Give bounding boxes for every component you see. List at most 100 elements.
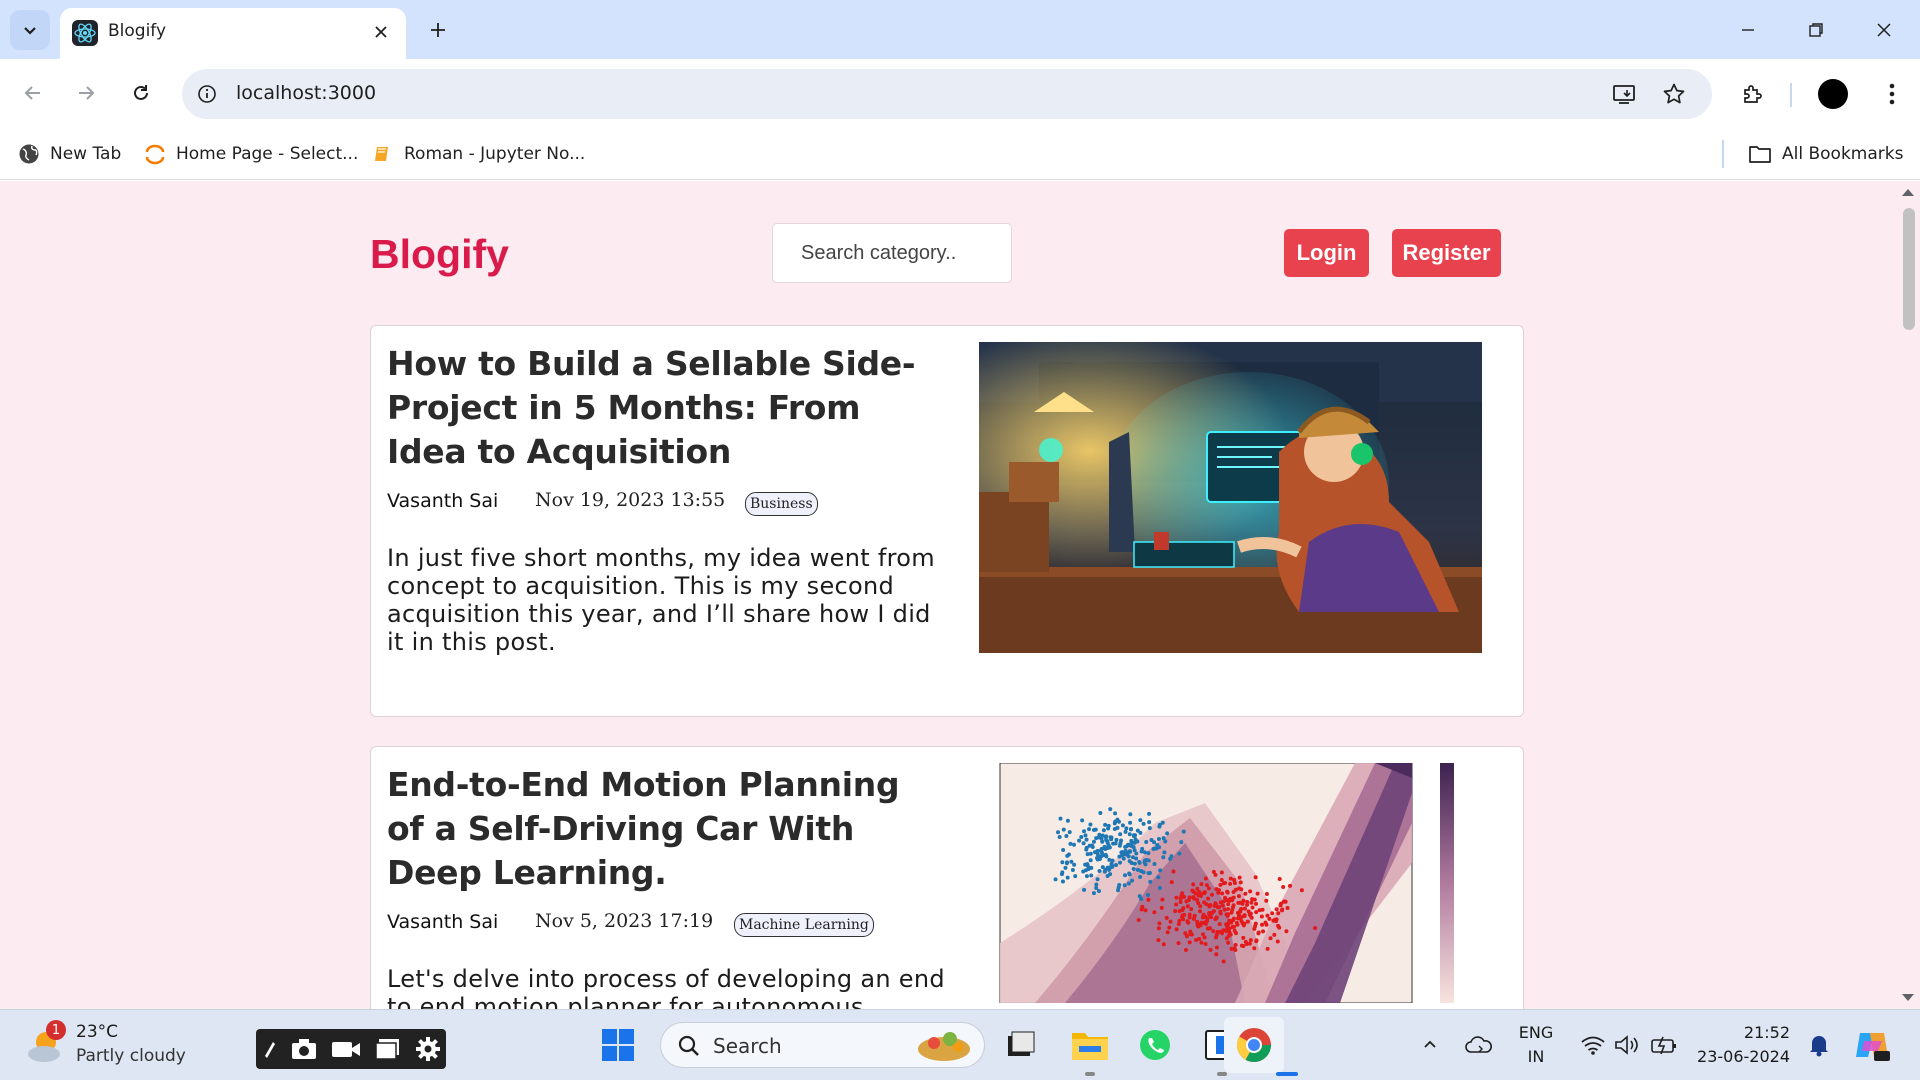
install-app-button[interactable] bbox=[1606, 76, 1642, 112]
pen-icon[interactable] bbox=[261, 1038, 277, 1060]
scroll-down-arrow-icon[interactable] bbox=[1902, 994, 1914, 1001]
copilot-button[interactable] bbox=[1852, 1025, 1892, 1065]
search-category-input[interactable] bbox=[772, 223, 1012, 283]
page-scrollbar[interactable] bbox=[1897, 181, 1920, 1009]
weather-temperature: 23°C bbox=[76, 1022, 119, 1042]
avatar bbox=[1818, 79, 1848, 109]
arrow-right-icon bbox=[79, 86, 95, 100]
windows-start-button[interactable] bbox=[598, 1025, 638, 1065]
language-indicator-bottom[interactable]: IN bbox=[1518, 1047, 1554, 1066]
close-window-button[interactable] bbox=[1864, 10, 1904, 50]
bookmark-star-button[interactable] bbox=[1656, 76, 1692, 112]
weather-description: Partly cloudy bbox=[76, 1046, 186, 1066]
forward-button[interactable] bbox=[66, 73, 106, 113]
bookmarks-divider bbox=[1722, 140, 1724, 168]
profile-button[interactable] bbox=[1813, 74, 1853, 114]
bookmark-label: New Tab bbox=[50, 144, 122, 164]
new-tab-button[interactable] bbox=[420, 12, 456, 48]
explorer-running-indicator bbox=[1085, 1072, 1095, 1076]
bookmark-new-tab[interactable]: New Tab bbox=[18, 138, 121, 170]
scrollbar-thumb[interactable] bbox=[1903, 208, 1915, 330]
close-icon bbox=[1877, 23, 1891, 37]
file-explorer-button[interactable] bbox=[1068, 1023, 1112, 1067]
whatsapp-button[interactable] bbox=[1134, 1024, 1176, 1066]
reload-button[interactable] bbox=[121, 73, 161, 113]
all-bookmarks-label: All Bookmarks bbox=[1782, 144, 1904, 164]
bookmarks-bar: New Tab Home Page - Select... Roman - Ju… bbox=[0, 130, 1920, 180]
back-button[interactable] bbox=[13, 73, 53, 113]
bookmark-label: Home Page - Select... bbox=[176, 144, 359, 164]
battery-button[interactable] bbox=[1648, 1030, 1680, 1060]
post-thumbnail-image[interactable] bbox=[979, 342, 1482, 653]
all-bookmarks-button[interactable]: All Bookmarks bbox=[1748, 138, 1903, 170]
post-excerpt: In just five short months, my idea went … bbox=[387, 544, 935, 656]
scroll-up-arrow-icon[interactable] bbox=[1902, 189, 1914, 196]
task-view-icon bbox=[1008, 1031, 1035, 1056]
post-title[interactable]: End-to-End Motion Planning of a Self-Dri… bbox=[387, 763, 927, 895]
post-author: Vasanth Sai bbox=[387, 490, 499, 512]
post-excerpt: Let's delve into process of developing a… bbox=[387, 965, 945, 1009]
chevron-down-icon bbox=[24, 27, 36, 35]
screen-capture-icon[interactable] bbox=[375, 1038, 401, 1060]
react-favicon-icon bbox=[72, 20, 98, 46]
globe-icon bbox=[19, 144, 39, 164]
post-title[interactable]: How to Build a Sellable Side-Project in … bbox=[387, 342, 927, 474]
chrome-taskbar-button[interactable] bbox=[1224, 1017, 1284, 1073]
notebook-icon bbox=[375, 147, 388, 161]
settings-gear-icon[interactable] bbox=[415, 1036, 441, 1062]
show-hidden-icons-button[interactable] bbox=[1418, 1032, 1442, 1056]
category-badge[interactable]: Business bbox=[745, 492, 818, 516]
url-text: localhost:3000 bbox=[236, 82, 377, 104]
restore-icon bbox=[1809, 23, 1823, 37]
clock-date[interactable]: 23-06-2024 bbox=[1690, 1047, 1790, 1066]
bell-icon bbox=[1810, 1036, 1828, 1057]
browser-menu-button[interactable] bbox=[1872, 74, 1912, 114]
video-camera-icon[interactable] bbox=[331, 1038, 361, 1060]
restore-button[interactable] bbox=[1796, 10, 1836, 50]
register-button[interactable]: Register bbox=[1392, 229, 1501, 277]
minimize-button[interactable] bbox=[1728, 10, 1768, 50]
onedrive-button[interactable] bbox=[1464, 1030, 1494, 1060]
task-view-button[interactable] bbox=[1000, 1025, 1040, 1065]
orange-arc-icon bbox=[145, 144, 165, 165]
bookmark-home-page[interactable]: Home Page - Select... bbox=[144, 138, 358, 170]
toolbar-divider bbox=[1790, 83, 1792, 107]
chevron-up-icon bbox=[1424, 1040, 1436, 1048]
windows-taskbar: 1 23°C Partly cloudy Search ENG IN 21:52… bbox=[0, 1009, 1920, 1080]
site-info-icon[interactable] bbox=[194, 81, 220, 107]
whatsapp-icon bbox=[1140, 1030, 1170, 1060]
reload-icon bbox=[134, 85, 148, 100]
post-card[interactable]: How to Build a Sellable Side-Project in … bbox=[370, 325, 1524, 717]
volume-button[interactable] bbox=[1612, 1030, 1642, 1060]
login-button[interactable]: Login bbox=[1284, 229, 1369, 277]
browser-toolbar: localhost:3000 bbox=[0, 59, 1920, 130]
camera-icon[interactable] bbox=[291, 1038, 317, 1060]
capture-toolbar bbox=[256, 1029, 446, 1069]
bookmark-jupyter[interactable]: Roman - Jupyter No... bbox=[372, 138, 585, 170]
plus-icon bbox=[431, 23, 445, 37]
clock-time[interactable]: 21:52 bbox=[1690, 1023, 1790, 1042]
post-thumbnail-image[interactable] bbox=[975, 763, 1495, 1003]
wifi-icon bbox=[1581, 1036, 1605, 1055]
bookmark-label: Roman - Jupyter No... bbox=[404, 144, 586, 164]
weather-notification-badge: 1 bbox=[46, 1020, 66, 1040]
star-icon bbox=[1663, 83, 1685, 104]
address-bar[interactable]: localhost:3000 bbox=[182, 69, 1712, 119]
taskbar-search-box[interactable]: Search bbox=[660, 1022, 985, 1068]
tab-close-icon[interactable] bbox=[366, 17, 396, 47]
post-author: Vasanth Sai bbox=[387, 911, 499, 933]
language-indicator-top[interactable]: ENG bbox=[1518, 1023, 1554, 1042]
category-badge[interactable]: Machine Learning bbox=[734, 913, 874, 937]
notifications-button[interactable] bbox=[1806, 1032, 1832, 1058]
wifi-button[interactable] bbox=[1578, 1030, 1608, 1060]
post-date: Nov 5, 2023 17:19 bbox=[535, 910, 714, 932]
folder-icon bbox=[1072, 1033, 1108, 1060]
speaker-icon bbox=[1615, 1035, 1638, 1055]
post-card[interactable]: End-to-End Motion Planning of a Self-Dri… bbox=[370, 746, 1524, 1009]
brand-logo[interactable]: Blogify bbox=[370, 231, 509, 278]
tab-search-button[interactable] bbox=[10, 10, 50, 50]
folder-icon bbox=[1749, 146, 1771, 163]
cloud-sync-icon bbox=[1465, 1036, 1492, 1053]
browser-tab-active[interactable]: Blogify bbox=[60, 8, 406, 59]
extensions-button[interactable] bbox=[1733, 74, 1773, 114]
